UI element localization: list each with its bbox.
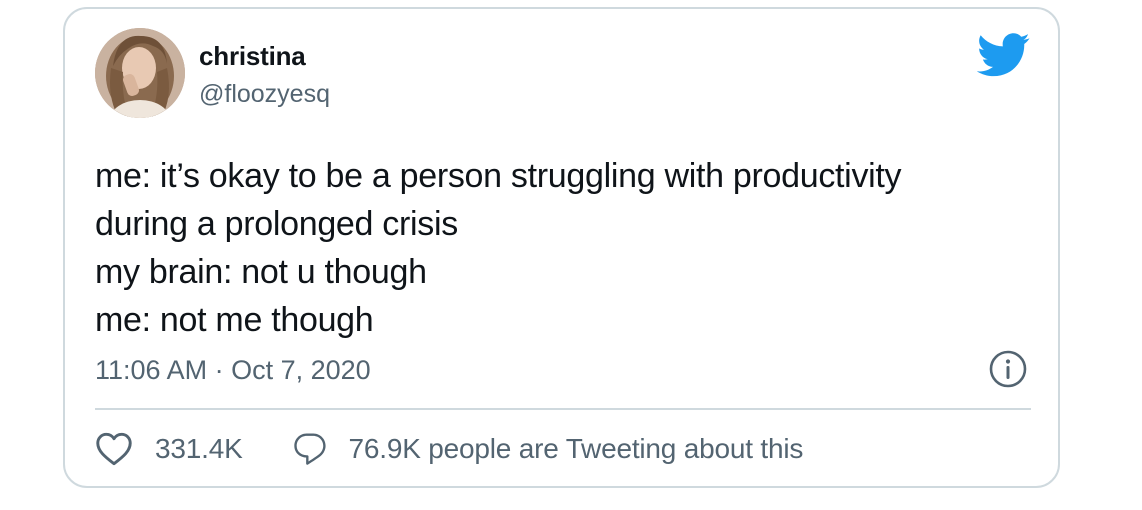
twitter-bird-icon[interactable]	[976, 33, 1031, 77]
avatar[interactable]	[95, 28, 185, 118]
tweet-text-line: me: not me though	[95, 301, 374, 339]
tweet-text: me: it’s okay to be a person struggling …	[95, 152, 1015, 344]
conversation-button[interactable]: 76.9K people are Tweeting about this	[291, 430, 804, 468]
like-count: 331.4K	[155, 433, 243, 464]
heart-icon	[95, 432, 133, 466]
divider	[95, 408, 1031, 410]
like-button[interactable]: 331.4K	[95, 432, 243, 466]
tweet-actions: 331.4K 76.9K people are Tweeting about t…	[95, 427, 803, 471]
conversation-count: 76.9K people are Tweeting about this	[348, 433, 804, 464]
speech-bubble-icon	[291, 430, 329, 468]
author-name[interactable]: christina	[199, 41, 306, 72]
tweet-text-line: my brain: not u though	[95, 253, 427, 291]
info-icon[interactable]	[988, 349, 1028, 389]
avatar-image	[95, 28, 185, 118]
tweet-card: christina @floozyesq me: it’s okay to be…	[63, 7, 1060, 488]
tweet-text-line: me: it’s okay to be a person struggling …	[95, 157, 902, 195]
author-handle[interactable]: @floozyesq	[199, 80, 330, 109]
tweet-timestamp[interactable]: 11:06 AM · Oct 7, 2020	[95, 355, 371, 386]
tweet-text-line: during a prolonged crisis	[95, 205, 458, 243]
